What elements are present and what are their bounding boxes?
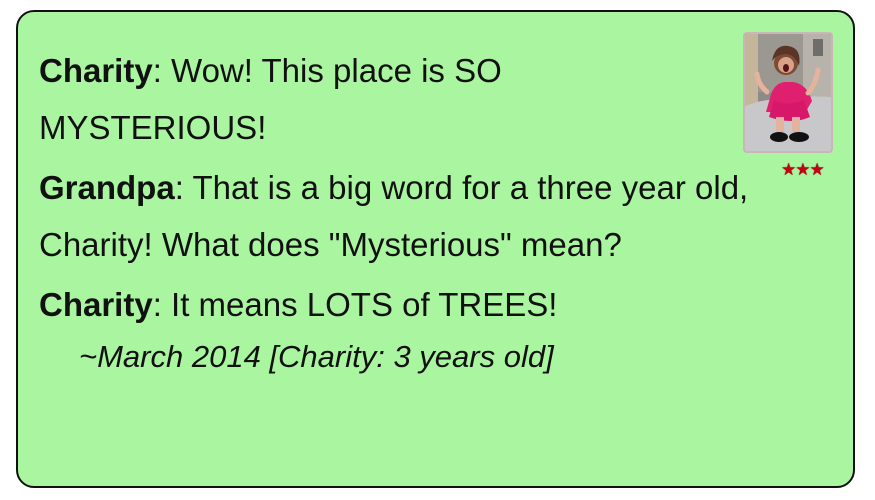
dialogue-block: Charity: Wow! This place is SO MYSTERIOU… <box>39 42 819 381</box>
speaker-name: Charity <box>39 52 153 89</box>
dialogue-line: Charity: Wow! This place is SO MYSTERIOU… <box>39 42 719 156</box>
date-caption: ~March 2014 [Charity: 3 years old] <box>79 339 554 374</box>
rating-stars: ★★★ <box>781 160 825 180</box>
dialogue-line: Grandpa: That is a big word for a three … <box>39 159 819 273</box>
speaker-name: Charity <box>39 286 153 323</box>
speaker-name: Grandpa <box>39 169 175 206</box>
quote-card: Charity: Wow! This place is SO MYSTERIOU… <box>16 10 855 488</box>
child-photo-illustration <box>745 34 831 151</box>
dialogue-line: Charity: It means LOTS of TREES! <box>39 276 819 333</box>
child-photo <box>743 32 833 153</box>
dialogue-text: : It means LOTS of TREES! <box>152 286 558 323</box>
